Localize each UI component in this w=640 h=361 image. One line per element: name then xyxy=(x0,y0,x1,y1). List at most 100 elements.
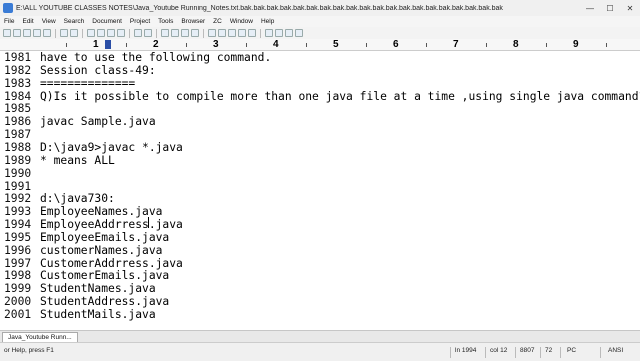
column-mode-icon[interactable] xyxy=(238,29,246,37)
code-line[interactable]: Q)Is it possible to compile more than on… xyxy=(40,90,640,103)
copy-icon[interactable] xyxy=(97,29,105,37)
line-number: 1988 xyxy=(4,140,32,154)
minimize-button[interactable]: — xyxy=(580,4,600,13)
ruler-tick xyxy=(66,43,67,47)
close-button[interactable]: ✕ xyxy=(620,4,640,13)
find-in-files-icon[interactable] xyxy=(181,29,189,37)
ruler-mark: 3 xyxy=(213,39,219,50)
menu-zc[interactable]: ZC xyxy=(209,18,226,25)
line-number: 1986 xyxy=(4,115,32,129)
toolbar-separator xyxy=(260,28,261,38)
find-icon[interactable] xyxy=(161,29,169,37)
help-icon[interactable] xyxy=(295,29,303,37)
toolbar-separator xyxy=(156,28,157,38)
menu-browser[interactable]: Browser xyxy=(177,18,209,25)
save-all-icon[interactable] xyxy=(33,29,41,37)
code-line[interactable]: customerNames.java xyxy=(40,244,162,257)
line-number: 1991 xyxy=(4,179,32,193)
code-line[interactable]: StudentAddress.java xyxy=(40,295,169,308)
title-bar: E:\ALL YOUTUBE CLASSES NOTES\Java_Youtub… xyxy=(0,0,640,16)
status-separator xyxy=(540,347,541,358)
print-icon[interactable] xyxy=(60,29,68,37)
ruler-tick xyxy=(186,43,187,47)
delete-icon[interactable] xyxy=(117,29,125,37)
code-line[interactable]: EmployeeAddrress.java xyxy=(40,218,183,231)
menu-window[interactable]: Window xyxy=(226,18,257,25)
menu-document[interactable]: Document xyxy=(88,18,126,25)
toolbar-separator xyxy=(129,28,130,38)
line-number: 1985 xyxy=(4,102,32,116)
print-preview-icon[interactable] xyxy=(70,29,78,37)
menu-search[interactable]: Search xyxy=(60,18,89,25)
settings-icon[interactable] xyxy=(285,29,293,37)
status-column: col 12 xyxy=(490,347,508,354)
redo-icon[interactable] xyxy=(144,29,152,37)
status-separator xyxy=(600,347,601,358)
ruler-mark: 4 xyxy=(273,39,279,50)
app-icon xyxy=(3,3,13,13)
code-line[interactable]: d:\java730: xyxy=(40,192,115,205)
ruler-tick xyxy=(306,43,307,47)
ruler-tick xyxy=(366,43,367,47)
ruler-mark: 1 xyxy=(93,39,99,50)
line-number: 1995 xyxy=(4,230,32,244)
ruler-cursor-marker xyxy=(105,40,111,49)
menu-tools[interactable]: Tools xyxy=(154,18,177,25)
code-line[interactable]: CustomerAddrress.java xyxy=(40,257,183,270)
code-line[interactable]: * means ALL xyxy=(40,154,115,167)
ruler-mark: 2 xyxy=(153,39,159,50)
new-file-icon[interactable] xyxy=(3,29,11,37)
code-line[interactable]: D:\java9>javac *.java xyxy=(40,141,183,154)
paste-icon[interactable] xyxy=(107,29,115,37)
line-number: 1993 xyxy=(4,205,32,219)
status-encoding: ANSI xyxy=(608,347,624,354)
ruler-mark: 9 xyxy=(573,39,579,50)
goto-icon[interactable] xyxy=(191,29,199,37)
cut-icon[interactable] xyxy=(87,29,95,37)
ftp-icon[interactable] xyxy=(275,29,283,37)
word-wrap-icon[interactable] xyxy=(208,29,216,37)
code-line[interactable]: ============== xyxy=(40,77,135,90)
status-help-text: or Help, press F1 xyxy=(4,347,54,354)
status-num: 72 xyxy=(545,347,553,354)
open-file-icon[interactable] xyxy=(13,29,21,37)
line-number: 1983 xyxy=(4,76,32,90)
line-number: 1987 xyxy=(4,128,32,142)
text-editor[interactable]: 1981 have to use the following command. 19… xyxy=(0,50,640,322)
menu-bar: File Edit View Search Document Project T… xyxy=(0,16,640,27)
line-number: 1999 xyxy=(4,282,32,296)
close-file-icon[interactable] xyxy=(43,29,51,37)
code-line[interactable]: StudentMails.java xyxy=(40,308,156,321)
spellcheck-icon[interactable] xyxy=(228,29,236,37)
menu-file[interactable]: File xyxy=(0,18,18,25)
ruler-tick xyxy=(606,43,607,47)
ruler-mark: 8 xyxy=(513,39,519,50)
menu-edit[interactable]: Edit xyxy=(18,18,37,25)
code-line[interactable]: EmployeeNames.java xyxy=(40,205,162,218)
status-separator xyxy=(560,347,561,358)
menu-help[interactable]: Help xyxy=(257,18,278,25)
replace-icon[interactable] xyxy=(171,29,179,37)
menu-project[interactable]: Project xyxy=(126,18,154,25)
line-number: 1981 xyxy=(4,51,32,64)
code-line[interactable]: javac Sample.java xyxy=(40,115,156,128)
status-char-count: 8807 xyxy=(520,347,535,354)
status-line: ln 1994 xyxy=(455,347,477,354)
browser-icon[interactable] xyxy=(265,29,273,37)
code-line[interactable]: StudentNames.java xyxy=(40,282,156,295)
toolbar xyxy=(0,27,640,39)
code-line[interactable]: EmployeeEmails.java xyxy=(40,231,169,244)
status-separator xyxy=(450,347,451,358)
code-line[interactable]: have to use the following command. xyxy=(40,51,271,64)
toolbar-separator xyxy=(203,28,204,38)
line-numbers-icon[interactable] xyxy=(218,29,226,37)
maximize-button[interactable]: ☐ xyxy=(600,4,620,13)
code-line[interactable]: CustomerEmails.java xyxy=(40,269,169,282)
save-icon[interactable] xyxy=(23,29,31,37)
menu-view[interactable]: View xyxy=(38,18,60,25)
line-number: 1997 xyxy=(4,256,32,270)
text-caret xyxy=(148,217,149,228)
undo-icon[interactable] xyxy=(134,29,142,37)
code-line[interactable]: Session class-49: xyxy=(40,64,156,77)
hex-mode-icon[interactable] xyxy=(248,29,256,37)
